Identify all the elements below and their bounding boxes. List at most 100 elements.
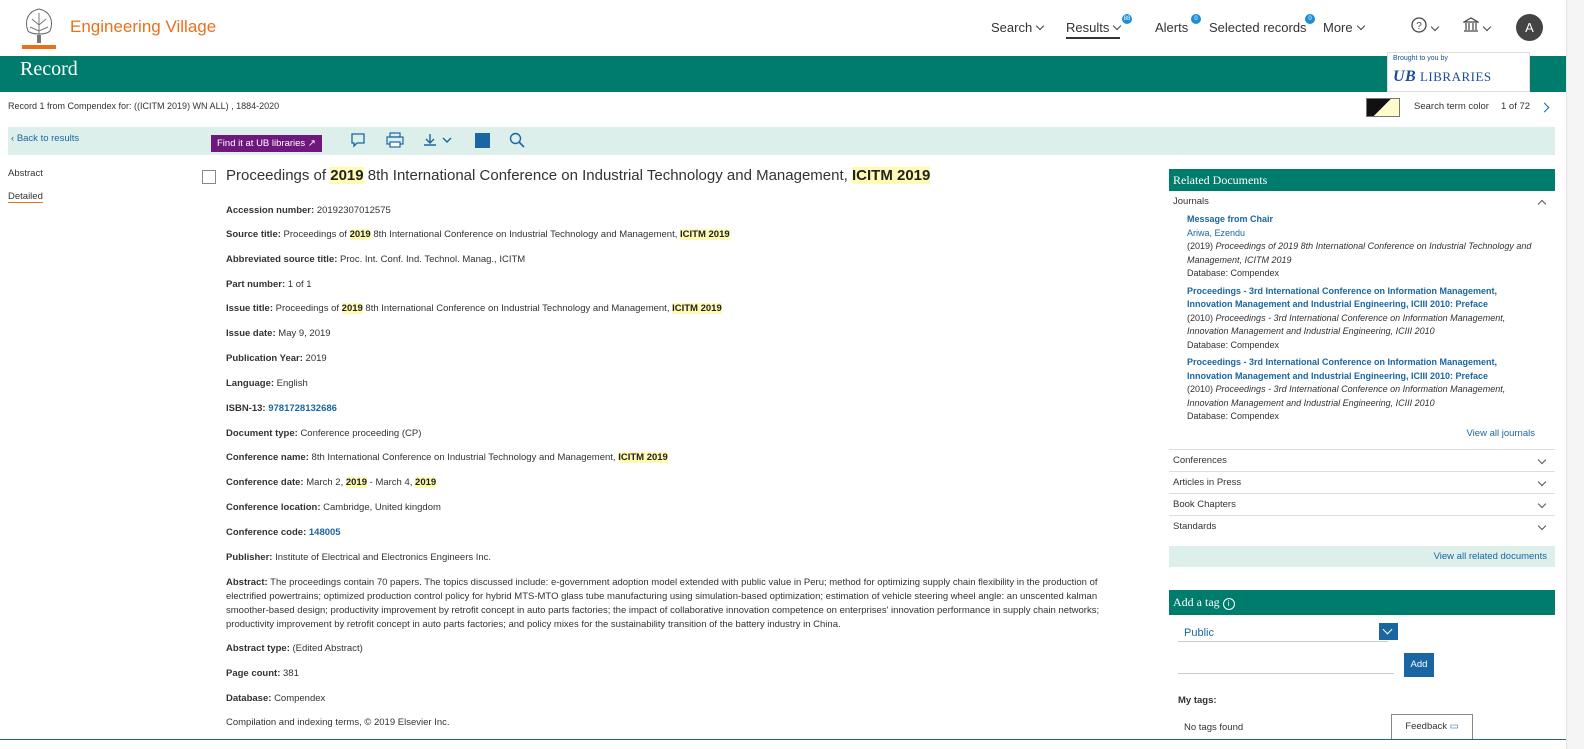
comment-icon: ▭ <box>1449 721 1459 732</box>
chevron-down-icon <box>1379 623 1398 640</box>
field-conference-location: Conference location: Cambridge, United k… <box>226 502 441 513</box>
section-journals[interactable]: Journals <box>1169 191 1555 213</box>
field-abstract-type: Abstract type: (Edited Abstract) <box>226 643 363 654</box>
section-standards[interactable]: Standards <box>1169 516 1555 538</box>
record-title: Proceedings of 2019 8th International Co… <box>226 167 931 184</box>
sidenav-detailed[interactable]: Detailed <box>8 191 43 203</box>
chevron-down-icon <box>1537 477 1547 486</box>
chevron-down-icon <box>1430 22 1440 32</box>
section-conferences[interactable]: Conferences <box>1169 450 1555 472</box>
save-folder-icon[interactable] <box>475 133 490 148</box>
nav-selected-records[interactable]: Selected records 0 <box>1209 14 1315 35</box>
nav-more[interactable]: More <box>1323 20 1365 35</box>
my-tags-label: My tags: <box>1178 695 1217 706</box>
field-isbn: ISBN-13: 9781728132686 <box>226 403 337 414</box>
record-toolbar: ‹ Back to results Find it at UB librarie… <box>8 127 1555 155</box>
field-publication-year: Publication Year: 2019 <box>226 353 327 364</box>
field-conference-date: Conference date: March 2, 2019 - March 4… <box>226 477 437 488</box>
record-info: Record 1 from Compendex for: ((ICITM 201… <box>8 101 280 111</box>
section-articles-in-press[interactable]: Articles in Press <box>1169 472 1555 494</box>
nav-search[interactable]: Search <box>991 20 1045 35</box>
nav-results[interactable]: Results 88 <box>1066 14 1132 39</box>
field-part-number: Part number: 1 of 1 <box>226 279 312 290</box>
selected-count-badge: 0 <box>1305 14 1315 24</box>
external-link-icon: ↗ <box>307 138 316 149</box>
chevron-down-icon <box>1482 22 1492 32</box>
field-abbr-source: Abbreviated source title: Proc. Int. Con… <box>226 254 526 265</box>
tag-input[interactable] <box>1178 652 1394 674</box>
chevron-down-icon <box>1113 21 1122 31</box>
field-issue-date: Issue date: May 9, 2019 <box>226 328 331 339</box>
back-to-results-link[interactable]: ‹ Back to results <box>11 133 79 144</box>
view-all-journals-link[interactable]: View all journals <box>1169 428 1555 450</box>
download-icon[interactable] <box>422 132 456 148</box>
page-title: Record <box>20 58 78 80</box>
add-tag-button[interactable]: Add <box>1404 653 1434 677</box>
search-term-color-label: Search term color <box>1414 101 1489 112</box>
brand-name[interactable]: Engineering Village <box>70 17 216 37</box>
help-menu[interactable]: ? <box>1411 17 1440 36</box>
top-header: Engineering Village Search Results 88 Ale… <box>0 0 1584 56</box>
record-banner: Record <box>0 56 1566 92</box>
field-publisher: Publisher: Institute of Electrical and E… <box>226 552 492 563</box>
scrollbar[interactable] <box>1566 0 1584 749</box>
institution-menu[interactable] <box>1461 17 1492 36</box>
section-book-chapters[interactable]: Book Chapters <box>1169 494 1555 516</box>
related-item-title[interactable]: Proceedings - 3rd International Conferen… <box>1187 357 1497 381</box>
field-page-count: Page count: 381 <box>226 668 299 679</box>
related-item: Proceedings - 3rd International Conferen… <box>1187 285 1506 350</box>
field-conference-name: Conference name: 8th International Confe… <box>226 452 668 463</box>
svg-text:?: ? <box>1416 21 1422 32</box>
no-tags-text: No tags found <box>1184 722 1244 733</box>
field-accession: Accession number: 20192307012575 <box>226 205 391 216</box>
field-abstract: Abstract: The proceedings contain 70 pap… <box>226 577 1100 630</box>
related-item-title[interactable]: Message from Chair <box>1187 214 1273 224</box>
field-document-type: Document type: Conference proceeding (CP… <box>226 428 422 439</box>
sidenav-abstract[interactable]: Abstract <box>8 168 43 179</box>
related-documents-header: Related Documents <box>1169 169 1555 191</box>
chevron-down-icon <box>1537 455 1547 464</box>
record-pager: 1 of 72 <box>1501 101 1531 112</box>
search-term-color-swatch[interactable] <box>1366 98 1400 117</box>
field-database: Database: Compendex <box>226 693 326 704</box>
related-item: Proceedings - 3rd International Conferen… <box>1187 357 1506 421</box>
related-item-author[interactable]: Ariwa, Ezendu <box>1187 228 1245 238</box>
select-record-checkbox[interactable] <box>202 170 216 184</box>
help-icon: ? <box>1411 17 1427 33</box>
related-item: Message from Chair Ariwa, Ezendu (2019) … <box>1187 214 1532 278</box>
chevron-down-icon <box>1356 21 1365 31</box>
bottom-border <box>0 739 1566 740</box>
comment-icon[interactable] <box>350 132 366 148</box>
related-item-title[interactable]: Proceedings - 3rd International Conferen… <box>1187 286 1497 310</box>
conference-code-link[interactable]: 148005 <box>309 527 341 538</box>
field-issue-title: Issue title: Proceedings of 2019 8th Int… <box>226 303 722 314</box>
institution-icon <box>1461 17 1481 32</box>
ub-libraries-logo[interactable]: Brought to you by UB LIBRARIES <box>1387 52 1530 92</box>
search-icon[interactable] <box>509 132 525 148</box>
record-sidenav: Abstract Detailed <box>8 168 43 215</box>
print-icon[interactable] <box>386 132 404 148</box>
field-source-title: Source title: Proceedings of 2019 8th In… <box>226 229 730 240</box>
view-all-related-link[interactable]: View all related documents <box>1169 545 1555 567</box>
field-conference-code: Conference code: 148005 <box>226 527 341 538</box>
tag-visibility-select[interactable]: Public <box>1178 623 1398 642</box>
compilation-note: Compilation and indexing terms, © 2019 E… <box>226 717 450 728</box>
results-count-badge: 88 <box>1122 14 1132 24</box>
find-it-button[interactable]: Find it at UB libraries ↗ <box>211 135 322 152</box>
next-record-icon[interactable] <box>1539 102 1550 113</box>
info-icon[interactable]: i <box>1222 598 1235 610</box>
related-documents-panel: Related Documents Journals Message from … <box>1169 169 1555 733</box>
nav-alerts[interactable]: Alerts 0 <box>1155 14 1201 35</box>
chevron-down-icon <box>1537 499 1547 508</box>
brought-to-you-text: Brought to you by <box>1393 55 1448 62</box>
isbn-link[interactable]: 9781728132686 <box>268 403 337 414</box>
chevron-up-icon <box>1537 199 1547 209</box>
feedback-button[interactable]: Feedback ▭ <box>1391 714 1473 740</box>
chevron-down-icon <box>1537 521 1547 530</box>
field-language: Language: English <box>226 378 308 389</box>
user-avatar[interactable]: A <box>1516 14 1543 41</box>
libraries-text: UB LIBRARIES <box>1393 68 1492 85</box>
add-tag-header: Add a tag i <box>1169 590 1555 615</box>
alerts-count-badge: 0 <box>1191 14 1201 24</box>
elsevier-logo[interactable] <box>18 5 60 51</box>
